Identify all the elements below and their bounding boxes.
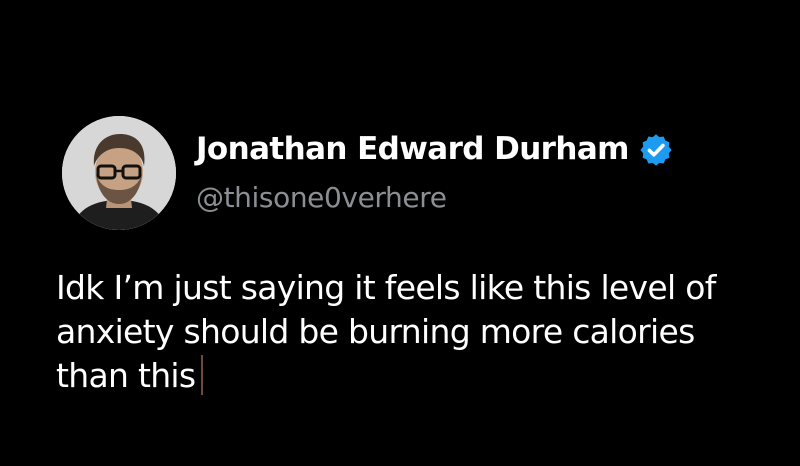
tweet-text-line: Idk I’m just saying it feels like this l…	[56, 268, 716, 307]
author-handle[interactable]: @thisone0verhere	[196, 178, 447, 218]
text-cursor-icon	[201, 355, 204, 395]
tweet-text-line: anxiety should be burning more calories	[56, 312, 695, 351]
author-name-row[interactable]: Jonathan Edward Durham	[196, 126, 674, 172]
verified-badge-icon	[638, 132, 674, 168]
author-display-name[interactable]: Jonathan Edward Durham	[196, 126, 629, 172]
tweet-text-line-last: than this	[56, 354, 776, 398]
tweet-text-line-content: than this	[56, 356, 196, 395]
profile-photo-icon	[62, 116, 176, 230]
tweet-text: Idk I’m just saying it feels like this l…	[56, 266, 776, 398]
tweet-card: Jonathan Edward Durham @thisone0verhere …	[0, 0, 800, 466]
avatar[interactable]	[62, 116, 176, 230]
